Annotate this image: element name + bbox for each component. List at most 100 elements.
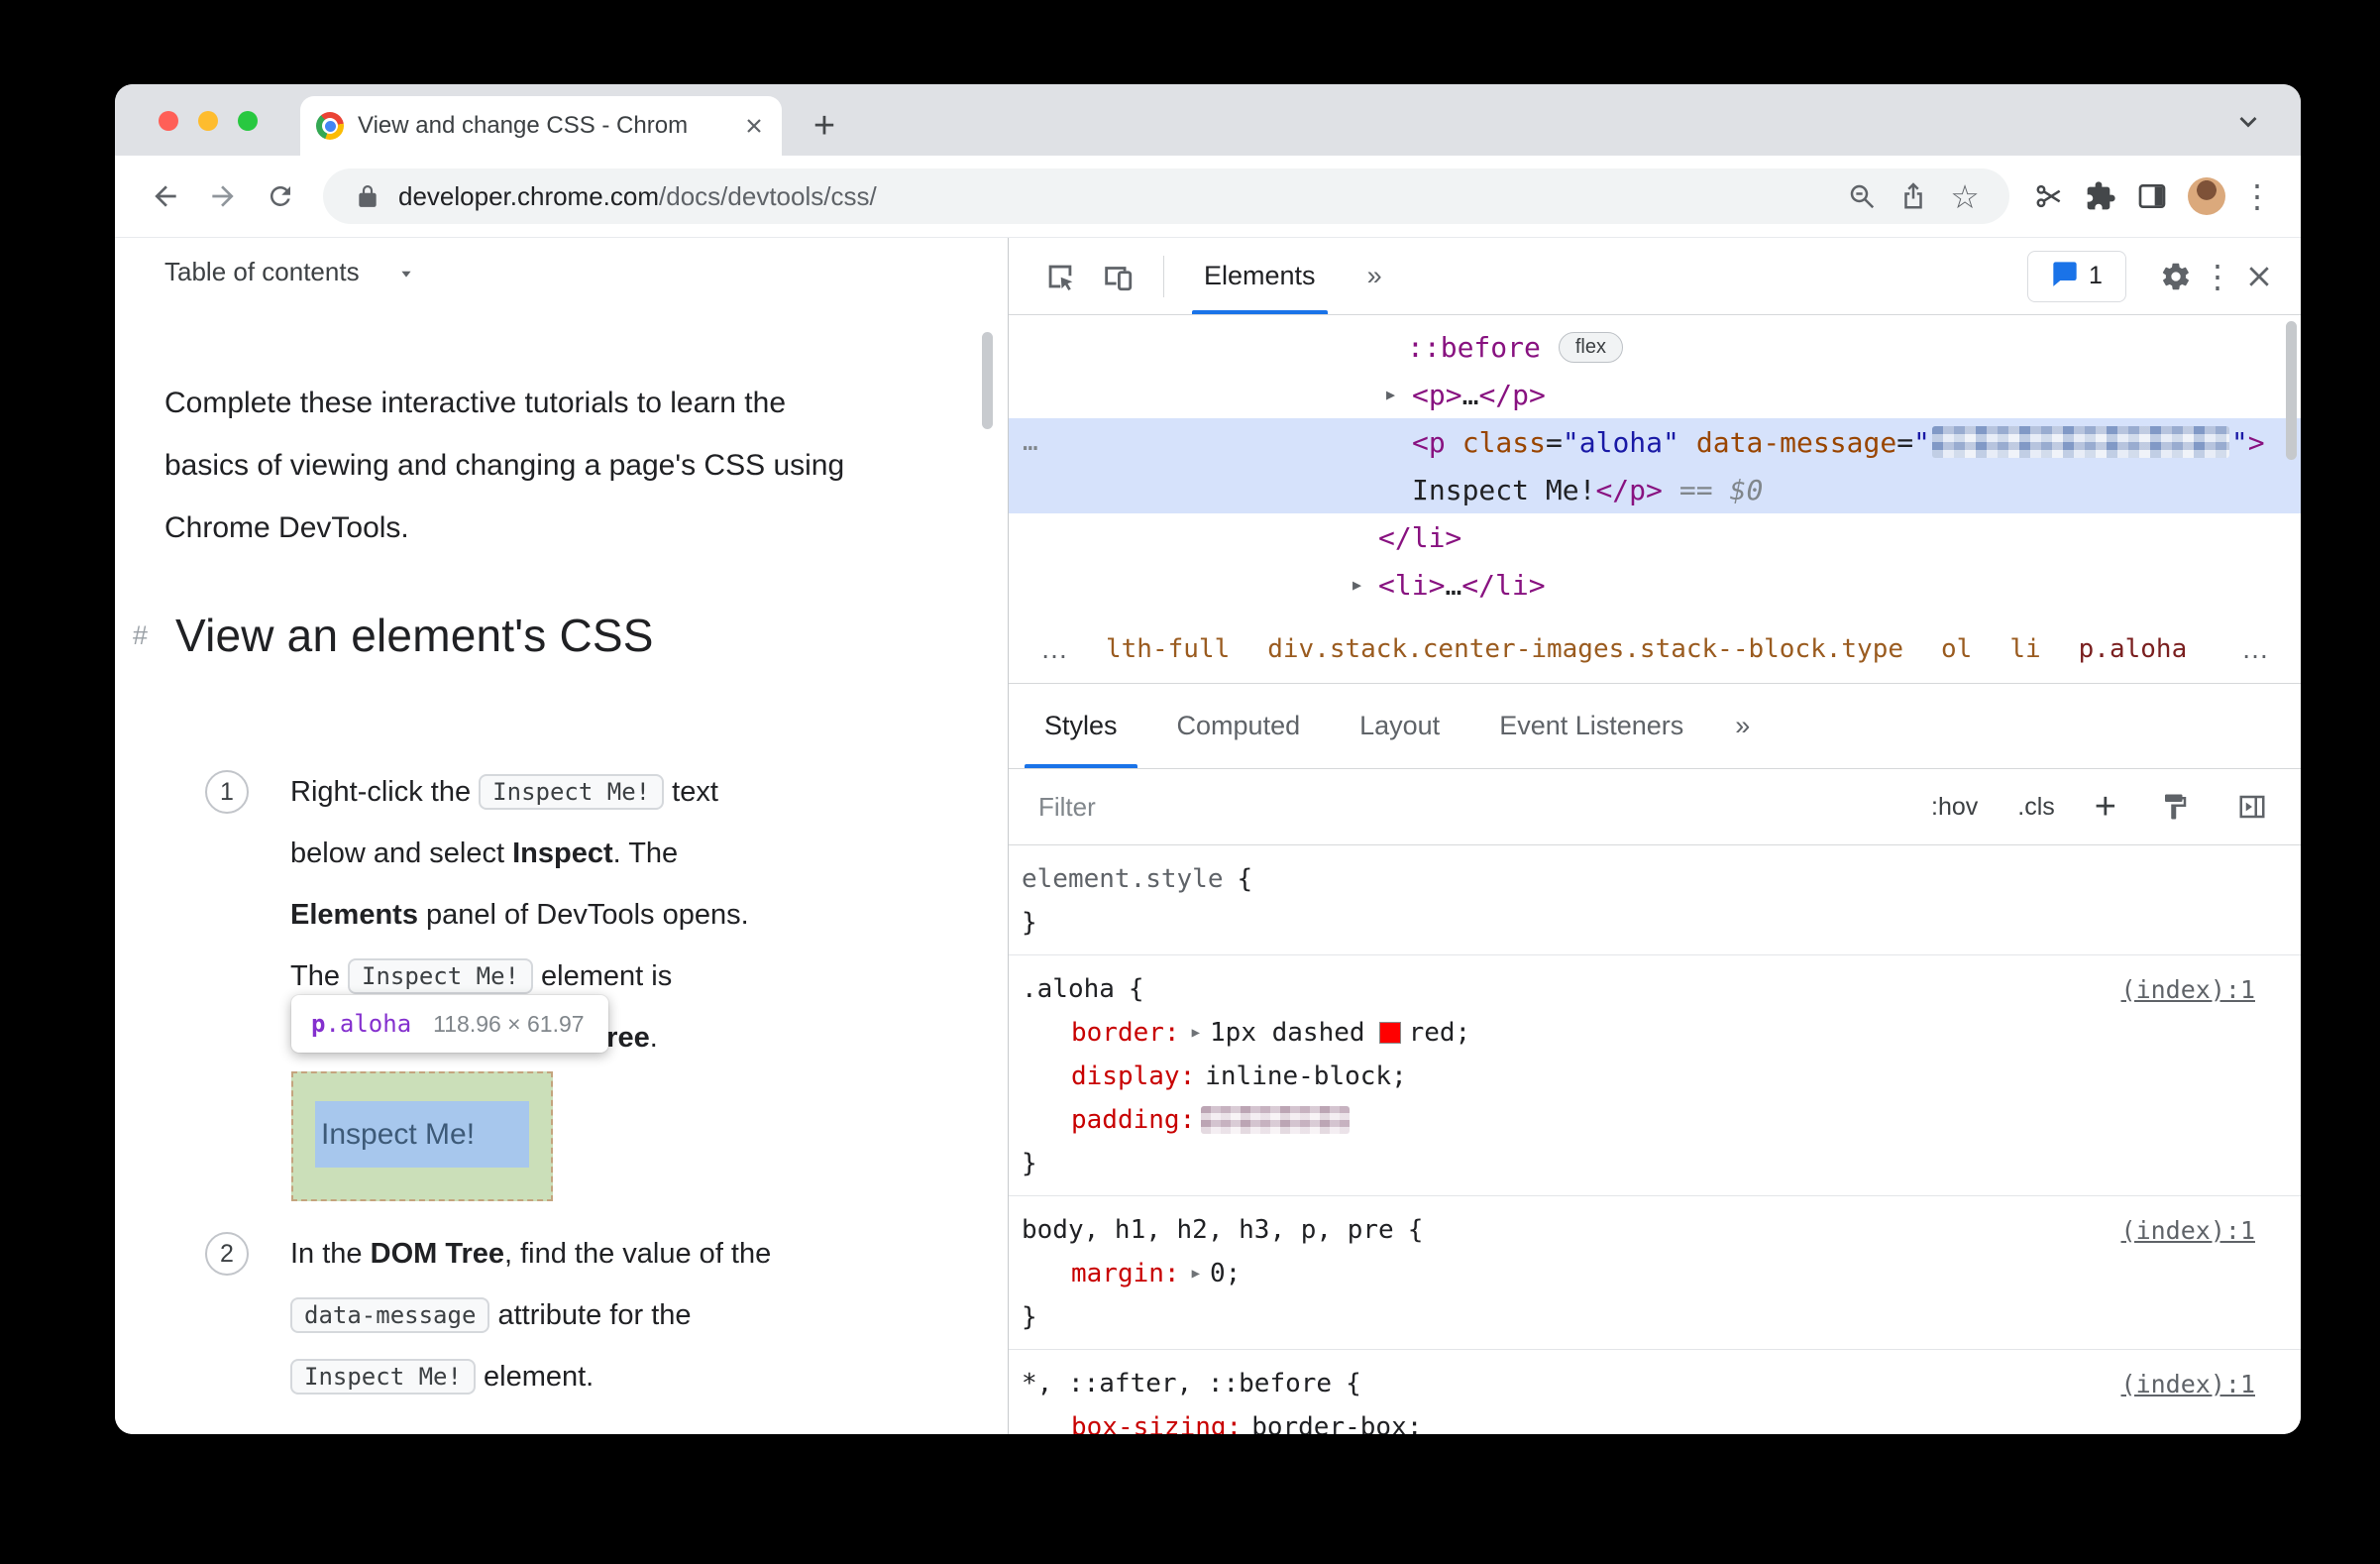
styles-tab-bar: Styles Computed Layout Event Listeners » <box>1009 684 2301 769</box>
mac-minimize-button[interactable] <box>198 111 218 131</box>
dom-row-li-close[interactable]: </li> <box>1009 513 2301 561</box>
tab-elements[interactable]: Elements <box>1188 238 1332 314</box>
more-tabs-button[interactable]: » <box>1367 261 1382 291</box>
device-toolbar-icon[interactable] <box>1096 255 1139 298</box>
extensions-puzzle-icon[interactable] <box>2077 172 2124 220</box>
step-1-number: 1 <box>205 770 249 814</box>
address-bar[interactable]: developer.chrome.com/docs/devtools/css/ … <box>323 168 2009 224</box>
inspect-element-icon[interactable] <box>1038 255 1082 298</box>
style-rule-aloha[interactable]: .aloha{ (index):1 border: ▶ 1px dashed red;… <box>1009 955 2301 1196</box>
dom-row-selected[interactable]: … <p class = "aloha" data-message = " " > Inspec… <box>1009 418 2301 513</box>
dom-row-before[interactable]: ::before flex <box>1009 323 2301 371</box>
paint-format-icon[interactable] <box>2156 788 2194 826</box>
expand-arrow-icon[interactable]: ▶ <box>1352 576 1378 594</box>
devtools-close-icon[interactable] <box>2237 255 2281 298</box>
back-button-icon[interactable] <box>139 169 192 223</box>
breadcrumb-overflow-right[interactable]: … <box>2241 633 2269 665</box>
stylesheet-source-link[interactable]: (index):1 <box>2121 1370 2255 1398</box>
node-options-dots[interactable]: … <box>1023 418 1038 466</box>
styles-filter-bar: Filter :hov .cls + <box>1009 769 2301 845</box>
tab-styles[interactable]: Styles <box>1015 684 1147 768</box>
more-panels-button[interactable]: » <box>1735 711 1750 741</box>
color-swatch-red[interactable] <box>1378 1022 1401 1044</box>
message-bubble-icon <box>2051 260 2079 292</box>
browser-window: View and change CSS - Chrom + developer.… <box>115 84 2301 1434</box>
inspect-me-demo-element[interactable]: Inspect Me! <box>291 1071 553 1201</box>
docs-scrollbar[interactable] <box>982 332 993 429</box>
stylesheet-source-link[interactable]: (index):1 <box>2121 975 2255 1004</box>
section-heading: # View an element's CSS <box>133 607 654 664</box>
zoom-icon[interactable] <box>1841 175 1883 217</box>
side-panel-icon[interactable] <box>2128 172 2176 220</box>
bookmark-star-icon[interactable]: ☆ <box>1944 175 1986 217</box>
browser-toolbar: developer.chrome.com/docs/devtools/css/ … <box>115 156 2301 238</box>
step-2: 2 In the DOM Tree, find the value of the… <box>205 1223 964 1407</box>
tab-layout[interactable]: Layout <box>1330 684 1469 768</box>
inspect-overlay-tooltip: p.aloha 118.96 × 61.97 <box>291 995 608 1053</box>
data-message-code-chip: data-message <box>290 1297 490 1333</box>
intro-paragraph: Complete these interactive tutorials to … <box>164 387 845 544</box>
forward-button-icon[interactable] <box>196 169 250 223</box>
window-controls <box>159 111 258 131</box>
dom-row-collapsed-li[interactable]: ▶ <li>… </li> <box>1009 561 2301 609</box>
devtools-panel: Elements » 1 ⋮::before flex ▶ <p> … </p… <box>1008 238 2301 1434</box>
tab-strip: View and change CSS - Chrom + <box>115 84 2301 156</box>
tab-event-listeners[interactable]: Event Listeners <box>1469 684 1713 768</box>
mac-close-button[interactable] <box>159 111 178 131</box>
dom-row-collapsed-p[interactable]: ▶ <p>… </p> <box>1009 371 2301 418</box>
browser-tab[interactable]: View and change CSS - Chrom <box>300 96 782 156</box>
dom-tree: ::before flex ▶ <p>… </p> … <p class = "aloha… <box>1009 315 2301 614</box>
new-tab-button[interactable]: + <box>802 103 847 149</box>
url-path: /docs/devtools/css/ <box>659 180 877 211</box>
share-icon[interactable] <box>1893 175 1934 217</box>
breadcrumb-overflow-left[interactable]: … <box>1040 633 1068 665</box>
chevron-down-icon <box>395 261 417 282</box>
step-2-text: In the DOM Tree, find the value of the d… <box>290 1223 964 1407</box>
breadcrumb-item[interactable]: lth-full <box>1106 634 1230 664</box>
table-of-contents-button[interactable]: Table of contents <box>164 250 417 293</box>
redacted-attribute-value <box>1931 426 2229 458</box>
toggle-class-button[interactable]: .cls <box>2017 793 2055 822</box>
reload-button-icon[interactable] <box>254 169 307 223</box>
anchor-hash-icon[interactable]: # <box>133 620 148 651</box>
message-count: 1 <box>2089 262 2103 289</box>
docs-page: Table of contents Complete these interac… <box>115 238 1008 1434</box>
step-2-number: 2 <box>205 1232 249 1276</box>
profile-avatar[interactable] <box>2188 177 2225 215</box>
style-rule-universal[interactable]: *, ::after, ::before{ (index):1 box-sizi… <box>1009 1350 2301 1434</box>
settings-gear-icon[interactable] <box>2154 255 2198 298</box>
console-messages-badge[interactable]: 1 <box>2027 250 2126 302</box>
inspect-me-code-chip: Inspect Me! <box>348 958 533 994</box>
style-rule-body-headings[interactable]: body, h1, h2, h3, p, pre{ (index):1 marg… <box>1009 1196 2301 1350</box>
breadcrumb-item-current[interactable]: p.aloha <box>2079 634 2188 664</box>
dom-breadcrumbs: … lth-full div.stack.center-images.stack… <box>1009 614 2301 684</box>
expand-value-arrow-icon[interactable]: ▶ <box>1192 1025 1200 1041</box>
toggle-hover-button[interactable]: :hov <box>1931 793 1978 822</box>
chrome-favicon-icon <box>316 112 344 140</box>
expand-arrow-icon[interactable]: ▶ <box>1386 386 1412 403</box>
tab-close-icon[interactable] <box>742 114 766 138</box>
dom-tree-scrollbar[interactable] <box>2286 321 2297 460</box>
tab-title: View and change CSS - Chrom <box>358 112 689 139</box>
stylesheet-source-link[interactable]: (index):1 <box>2121 1216 2255 1245</box>
tooltip-dimensions: 118.96 × 61.97 <box>433 1010 585 1037</box>
breadcrumb-item[interactable]: ol <box>1941 634 1972 664</box>
breadcrumb-item[interactable]: li <box>2009 634 2040 664</box>
expand-value-arrow-icon[interactable]: ▶ <box>1192 1266 1200 1282</box>
dock-sidebar-icon[interactable] <box>2233 788 2271 826</box>
browser-menu-kebab-icon[interactable]: ⋮ <box>2237 177 2277 215</box>
toolbar-separator <box>1163 255 1164 297</box>
lock-icon[interactable] <box>347 175 388 217</box>
filter-input[interactable]: Filter <box>1038 792 1892 823</box>
window-content: Table of contents Complete these interac… <box>115 238 2301 1434</box>
flex-badge[interactable]: flex <box>1558 331 1623 363</box>
devtools-menu-kebab-icon[interactable]: ⋮ <box>2198 258 2237 295</box>
tooltip-selector: p.aloha <box>311 1010 412 1038</box>
tab-computed[interactable]: Computed <box>1147 684 1331 768</box>
mac-zoom-button[interactable] <box>238 111 258 131</box>
scissors-extension-icon[interactable] <box>2025 172 2073 220</box>
style-rule-element-style[interactable]: element.style{ } <box>1009 845 2301 955</box>
breadcrumb-item[interactable]: div.stack.center-images.stack--block.typ… <box>1267 634 1903 664</box>
new-style-rule-button[interactable]: + <box>2095 788 2116 826</box>
tab-search-chevron-icon[interactable] <box>2231 104 2265 138</box>
